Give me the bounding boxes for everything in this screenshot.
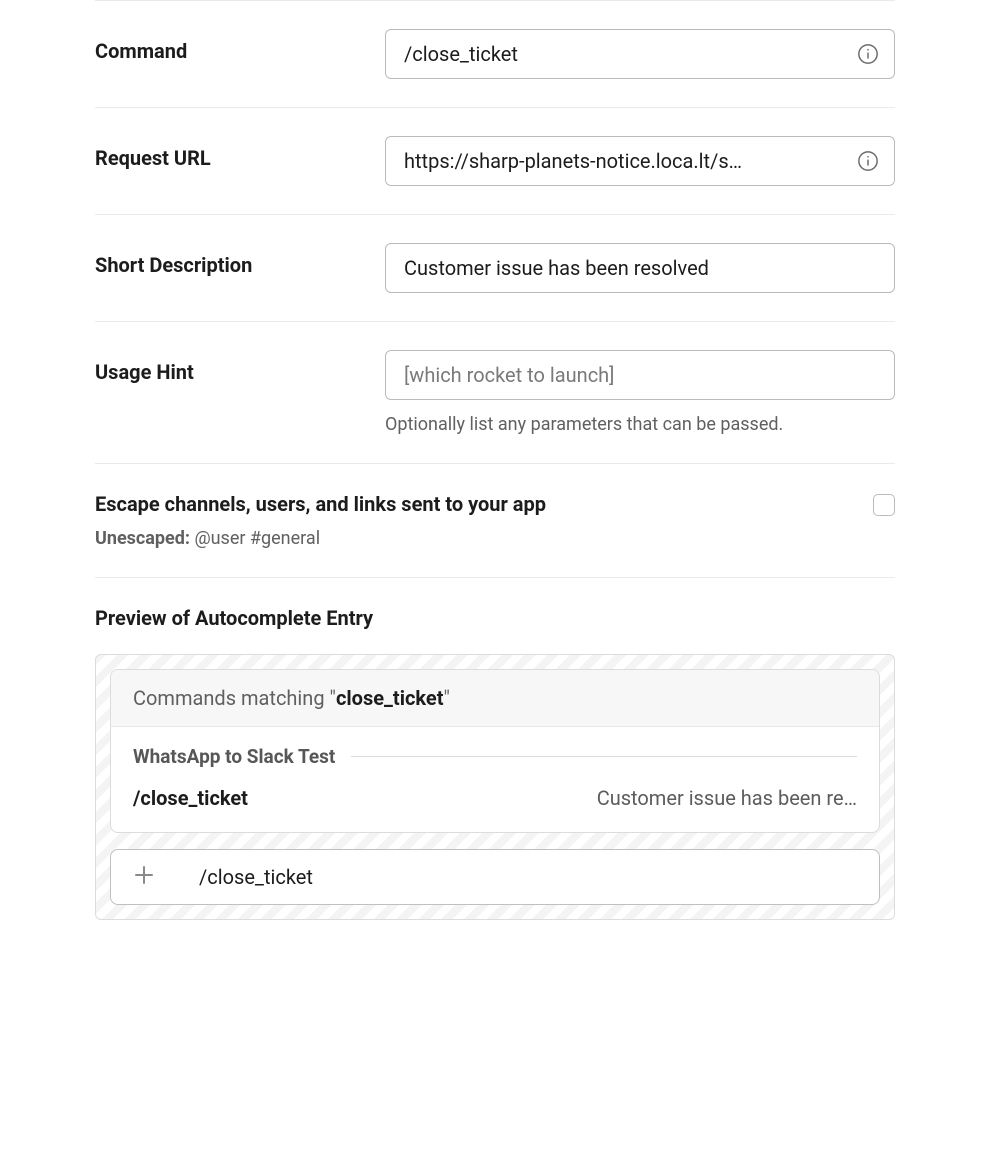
autocomplete-item[interactable]: /close_ticket Customer issue has been re… bbox=[133, 786, 857, 810]
command-label: Command bbox=[95, 29, 385, 63]
escape-section: Escape channels, users, and links sent t… bbox=[95, 463, 895, 577]
escape-checkbox[interactable] bbox=[873, 494, 895, 516]
form-row-short-description: Short Description bbox=[95, 214, 895, 321]
autocomplete-command: /close_ticket bbox=[133, 786, 248, 810]
preview-box: Commands matching "close_ticket" WhatsAp… bbox=[95, 654, 895, 920]
divider bbox=[351, 756, 857, 757]
command-input[interactable] bbox=[385, 29, 895, 79]
info-icon[interactable] bbox=[857, 150, 879, 172]
usage-hint-label: Usage Hint bbox=[95, 350, 385, 384]
plus-icon bbox=[132, 863, 156, 891]
autocomplete-header: Commands matching "close_ticket" bbox=[111, 670, 879, 727]
preview-section: Preview of Autocomplete Entry Commands m… bbox=[95, 577, 895, 920]
request-url-label: Request URL bbox=[95, 136, 385, 170]
escape-subtitle: Unescaped: @user #general bbox=[95, 528, 873, 549]
preview-title: Preview of Autocomplete Entry bbox=[95, 606, 895, 630]
form-row-request-url: Request URL bbox=[95, 107, 895, 214]
escape-title: Escape channels, users, and links sent t… bbox=[95, 492, 873, 516]
short-description-input[interactable] bbox=[385, 243, 895, 293]
short-description-label: Short Description bbox=[95, 243, 385, 277]
preview-input[interactable] bbox=[177, 849, 880, 905]
autocomplete-app-name: WhatsApp to Slack Test bbox=[133, 745, 335, 768]
autocomplete-description: Customer issue has been re… bbox=[597, 786, 857, 810]
plus-button[interactable] bbox=[110, 849, 178, 905]
request-url-input[interactable] bbox=[385, 136, 895, 186]
info-icon[interactable] bbox=[857, 43, 879, 65]
form-row-usage-hint: Usage Hint Optionally list any parameter… bbox=[95, 321, 895, 463]
form-row-command: Command bbox=[95, 0, 895, 107]
autocomplete-card: Commands matching "close_ticket" WhatsAp… bbox=[110, 669, 880, 833]
usage-hint-input[interactable] bbox=[385, 350, 895, 400]
usage-hint-help: Optionally list any parameters that can … bbox=[385, 414, 895, 435]
